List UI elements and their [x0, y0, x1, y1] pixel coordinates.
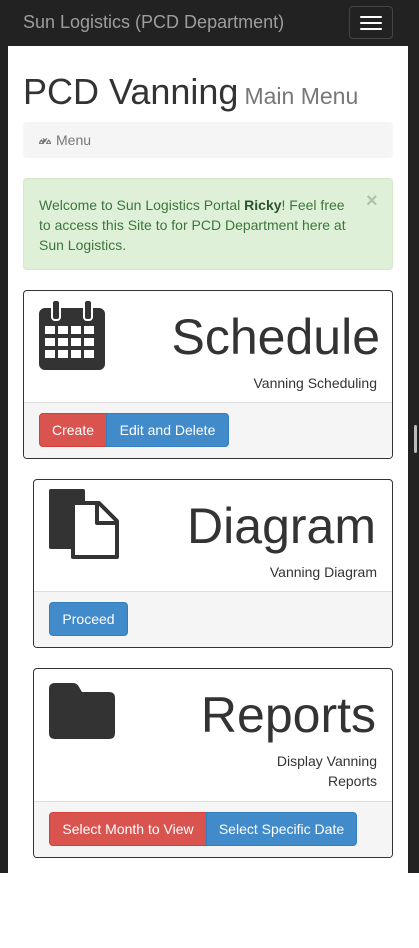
- schedule-panel-footer: Create Edit and Delete: [24, 402, 392, 458]
- calendar-icon: [39, 300, 105, 370]
- reports-description: Display Vanning Reports: [277, 751, 377, 791]
- dashboard-icon: [38, 133, 52, 151]
- breadcrumb-menu-label[interactable]: Menu: [56, 132, 91, 148]
- alert-close-button[interactable]: ×: [366, 191, 378, 211]
- documents-icon: [49, 489, 119, 559]
- reports-heading: Reports: [200, 687, 376, 743]
- create-button[interactable]: Create: [39, 413, 107, 447]
- reports-description-line1: Display Vanning: [276, 753, 377, 769]
- schedule-description: Vanning Scheduling: [253, 375, 377, 391]
- breadcrumb: Menu: [23, 122, 393, 158]
- scrollbar-thumb[interactable]: [414, 425, 417, 453]
- page-title-subtitle: Main Menu: [244, 83, 359, 109]
- edit-and-delete-button[interactable]: Edit and Delete: [106, 413, 229, 447]
- diagram-panel-footer: Proceed: [34, 591, 392, 647]
- page-title-main: PCD Vanning: [23, 71, 239, 112]
- folder-icon: [49, 683, 115, 739]
- proceed-button[interactable]: Proceed: [49, 602, 128, 636]
- page-title: PCD Vanning Main Menu: [23, 70, 358, 114]
- left-edge-bar: [0, 0, 8, 873]
- reports-description-line2: Reports: [327, 773, 377, 789]
- navbar: Sun Logistics (PCD Department): [0, 0, 419, 46]
- navbar-toggle-button[interactable]: [349, 6, 393, 39]
- welcome-user-name: Ricky: [244, 197, 282, 213]
- welcome-alert: Welcome to Sun Logistics Portal Ricky! F…: [23, 178, 393, 270]
- welcome-message: Welcome to Sun Logistics Portal Ricky! F…: [39, 195, 349, 255]
- reports-panel: Reports Display Vanning Reports Select M…: [33, 668, 393, 858]
- reports-panel-footer: Select Month to View Select Specific Dat…: [34, 801, 392, 857]
- select-month-button[interactable]: Select Month to View: [49, 812, 207, 846]
- schedule-heading: Schedule: [171, 309, 381, 365]
- diagram-heading: Diagram: [187, 498, 376, 554]
- welcome-message-prefix: Welcome to Sun Logistics Portal: [39, 197, 245, 213]
- select-specific-date-button[interactable]: Select Specific Date: [206, 812, 357, 846]
- diagram-description: Vanning Diagram: [269, 564, 377, 580]
- diagram-panel: Diagram Vanning Diagram Proceed: [33, 479, 393, 648]
- navbar-brand[interactable]: Sun Logistics (PCD Department): [23, 11, 284, 33]
- schedule-panel: Schedule Vanning Scheduling Create Edit …: [23, 290, 393, 459]
